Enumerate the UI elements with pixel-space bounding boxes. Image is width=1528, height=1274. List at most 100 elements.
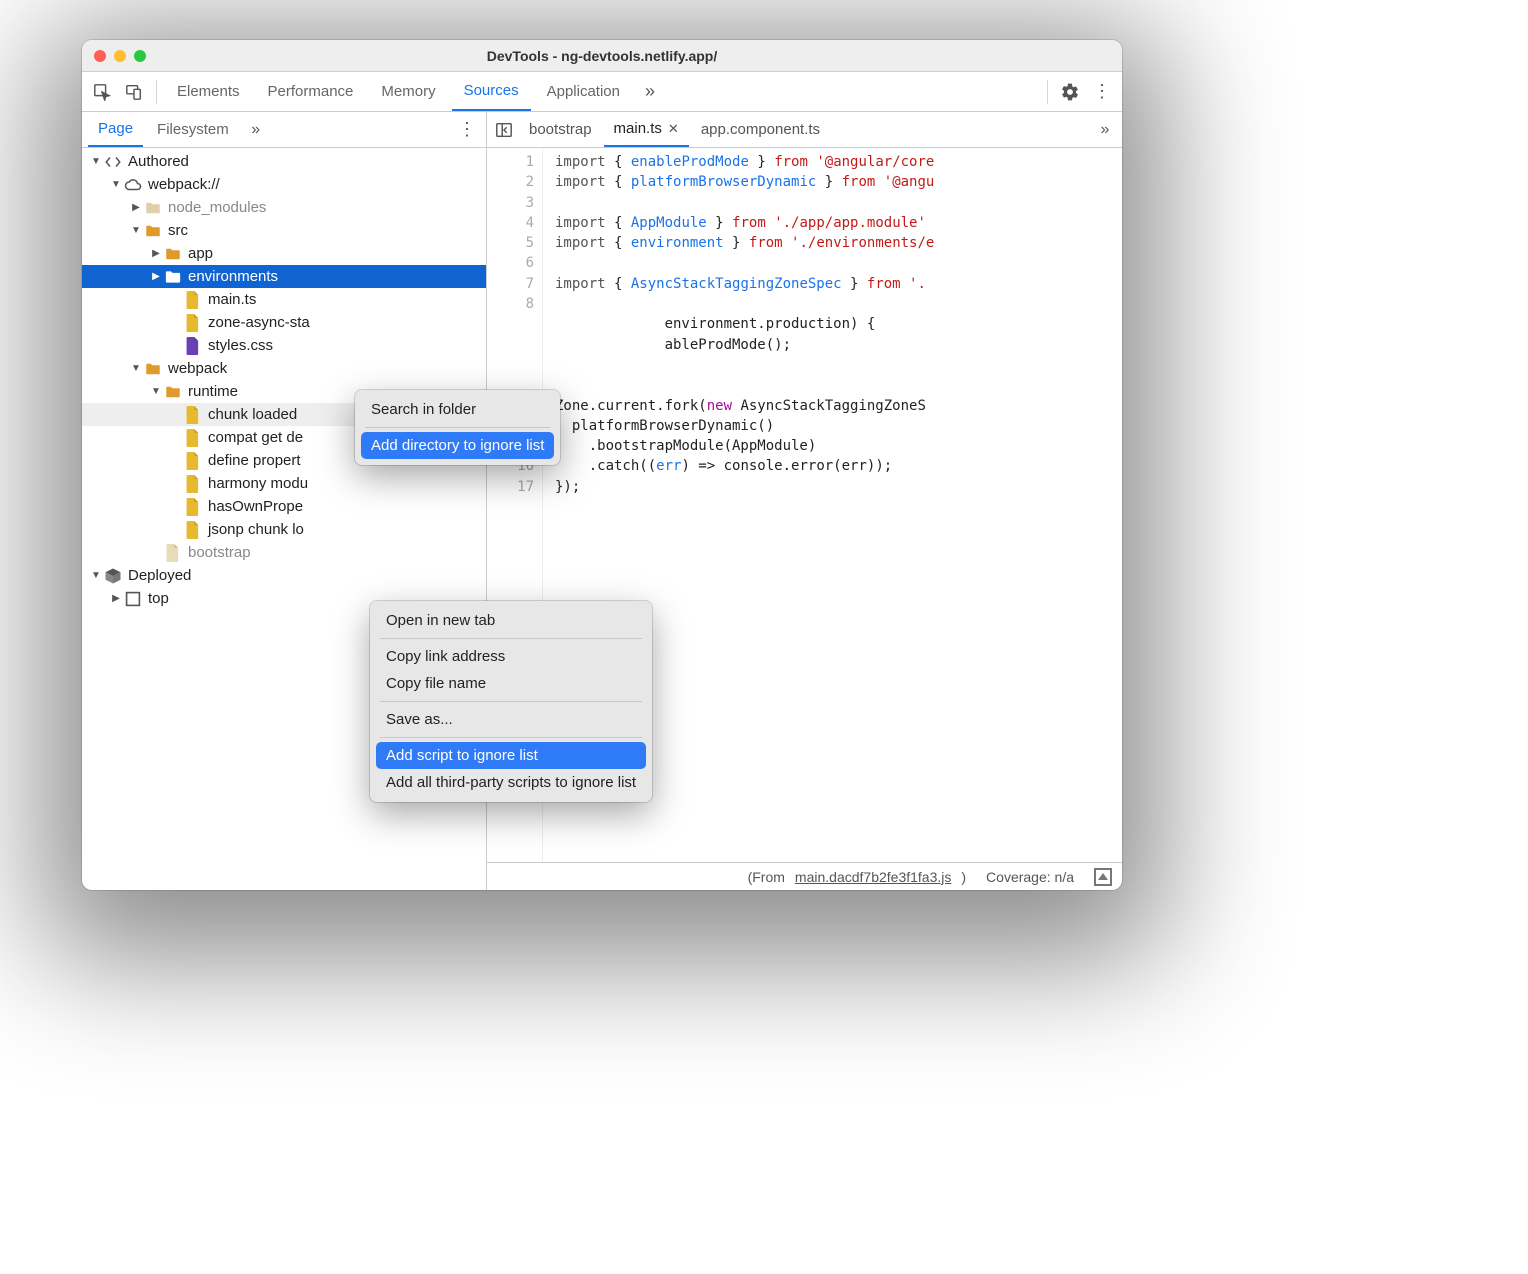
tree-row[interactable]: ▼ Authored bbox=[82, 150, 486, 173]
chevron-down-icon[interactable]: ▼ bbox=[130, 225, 142, 237]
tree-row[interactable]: ▶zone-async-sta bbox=[82, 311, 486, 334]
inspect-icon[interactable] bbox=[88, 78, 116, 106]
sourcemap-link[interactable]: main.dacdf7b2fe3f1fa3.js bbox=[795, 869, 951, 885]
chevron-right-icon[interactable]: ▶ bbox=[130, 202, 142, 214]
tree-label: environments bbox=[188, 268, 278, 285]
tree-label: webpack bbox=[168, 360, 227, 377]
folder-context-menu[interactable]: Search in folder Add directory to ignore … bbox=[355, 390, 560, 465]
main-tab-sources[interactable]: Sources bbox=[452, 72, 531, 111]
tree-label: harmony modu bbox=[208, 475, 308, 492]
folder-icon bbox=[164, 383, 182, 401]
tree-label: Deployed bbox=[128, 567, 191, 584]
tree-label: compat get de bbox=[208, 429, 303, 446]
folder-white-icon bbox=[164, 268, 182, 286]
tree-row[interactable]: ▶jsonp chunk lo bbox=[82, 518, 486, 541]
tree-label: jsonp chunk lo bbox=[208, 521, 304, 538]
tree-row[interactable]: ▼ src bbox=[82, 219, 486, 242]
tabs-overflow-icon[interactable]: » bbox=[636, 78, 664, 106]
code-icon bbox=[104, 153, 122, 171]
chevron-down-icon[interactable]: ▼ bbox=[90, 570, 102, 582]
editor-tab[interactable]: main.ts✕ bbox=[604, 112, 689, 147]
context-menu-item[interactable]: Add all third-party scripts to ignore li… bbox=[376, 769, 646, 796]
tree-label: chunk loaded bbox=[208, 406, 297, 423]
tree-label: main.ts bbox=[208, 291, 256, 308]
close-icon[interactable] bbox=[94, 50, 106, 62]
tree-row[interactable]: ▶harmony modu bbox=[82, 472, 486, 495]
chevron-down-icon[interactable]: ▼ bbox=[130, 363, 142, 375]
tree-row[interactable]: ▶styles.css bbox=[82, 334, 486, 357]
chevron-right-icon[interactable]: ▶ bbox=[150, 271, 162, 283]
device-toggle-icon[interactable] bbox=[120, 78, 148, 106]
coverage-label: Coverage: n/a bbox=[986, 869, 1074, 885]
context-menu-item[interactable]: Save as... bbox=[376, 706, 646, 733]
maximize-icon[interactable] bbox=[134, 50, 146, 62]
file-yellow-icon bbox=[184, 314, 202, 332]
tree-row[interactable]: ▼ webpack:// bbox=[82, 173, 486, 196]
main-tabs: ElementsPerformanceMemorySourcesApplicat… bbox=[82, 72, 1122, 112]
chevron-down-icon[interactable]: ▼ bbox=[150, 386, 162, 398]
main-tab-memory[interactable]: Memory bbox=[369, 72, 447, 111]
tree-label: hasOwnPrope bbox=[208, 498, 303, 515]
context-menu-item[interactable]: Add script to ignore list bbox=[376, 742, 646, 769]
folder-icon bbox=[144, 360, 162, 378]
chevron-down-icon[interactable]: ▼ bbox=[110, 179, 122, 191]
context-menu-item[interactable]: Copy link address bbox=[376, 643, 646, 670]
tree-row[interactable]: ▼ webpack bbox=[82, 357, 486, 380]
nav-tab-filesystem[interactable]: Filesystem bbox=[147, 112, 239, 147]
file-yellow-icon bbox=[184, 406, 202, 424]
minimize-icon[interactable] bbox=[114, 50, 126, 62]
nav-overflow-icon[interactable]: » bbox=[243, 117, 269, 143]
close-icon[interactable]: ✕ bbox=[668, 121, 679, 137]
folder-icon bbox=[144, 222, 162, 240]
tree-row[interactable]: ▶hasOwnPrope bbox=[82, 495, 486, 518]
file-yellow-icon bbox=[184, 475, 202, 493]
chevron-right-icon[interactable]: ▶ bbox=[150, 248, 162, 260]
chevron-right-icon[interactable]: ▶ bbox=[110, 593, 122, 605]
tree-row[interactable]: ▶node_modules bbox=[82, 196, 486, 219]
tree-row[interactable]: ▶bootstrap bbox=[82, 541, 486, 564]
main-tab-performance[interactable]: Performance bbox=[256, 72, 366, 111]
file-yellow-icon bbox=[184, 498, 202, 516]
main-tab-application[interactable]: Application bbox=[535, 72, 632, 111]
tree-label: app bbox=[188, 245, 213, 262]
file-dim-icon bbox=[164, 544, 182, 562]
context-menu-item[interactable]: Add directory to ignore list bbox=[361, 432, 554, 459]
tree-label: styles.css bbox=[208, 337, 273, 354]
main-tab-elements[interactable]: Elements bbox=[165, 72, 252, 111]
tree-label: zone-async-sta bbox=[208, 314, 310, 331]
editor-tab[interactable]: bootstrap bbox=[519, 112, 602, 147]
file-context-menu[interactable]: Open in new tab Copy link addressCopy fil… bbox=[370, 601, 652, 802]
tree-label: runtime bbox=[188, 383, 238, 400]
tree-label: src bbox=[168, 222, 188, 239]
settings-gear-icon[interactable] bbox=[1056, 78, 1084, 106]
nav-tab-page[interactable]: Page bbox=[88, 112, 143, 147]
frame-icon bbox=[124, 590, 142, 608]
deploy-icon bbox=[104, 567, 122, 585]
tree-label: define propert bbox=[208, 452, 301, 469]
tree-row[interactable]: ▶ app bbox=[82, 242, 486, 265]
window-title: DevTools - ng-devtools.netlify.app/ bbox=[487, 48, 718, 64]
file-yellow-icon bbox=[184, 452, 202, 470]
editor-tab[interactable]: app.component.ts bbox=[691, 112, 830, 147]
tree-label: bootstrap bbox=[188, 544, 251, 561]
titlebar: DevTools - ng-devtools.netlify.app/ bbox=[82, 40, 1122, 72]
window-controls bbox=[94, 50, 146, 62]
tree-row[interactable]: ▼ Deployed bbox=[82, 564, 486, 587]
nav-kebab-icon[interactable]: ⋮ bbox=[454, 117, 480, 143]
context-menu-item[interactable]: Search in folder bbox=[361, 396, 554, 423]
tree-label: Authored bbox=[128, 153, 189, 170]
cloud-icon bbox=[124, 176, 142, 194]
tree-label: webpack:// bbox=[148, 176, 220, 193]
chevron-down-icon[interactable]: ▼ bbox=[90, 156, 102, 168]
show-coverage-icon[interactable] bbox=[1094, 868, 1112, 886]
context-menu-item[interactable]: Open in new tab bbox=[376, 607, 646, 634]
tree-row[interactable]: ▶ environments bbox=[82, 265, 486, 288]
context-menu-item[interactable]: Copy file name bbox=[376, 670, 646, 697]
file-yellow-icon bbox=[184, 291, 202, 309]
file-purple-icon bbox=[184, 337, 202, 355]
kebab-menu-icon[interactable]: ⋮ bbox=[1088, 78, 1116, 106]
tree-row[interactable]: ▶main.ts bbox=[82, 288, 486, 311]
folder-icon bbox=[164, 245, 182, 263]
toggle-navigator-icon[interactable] bbox=[491, 117, 517, 143]
editor-tabs-overflow-icon[interactable]: » bbox=[1092, 117, 1118, 143]
